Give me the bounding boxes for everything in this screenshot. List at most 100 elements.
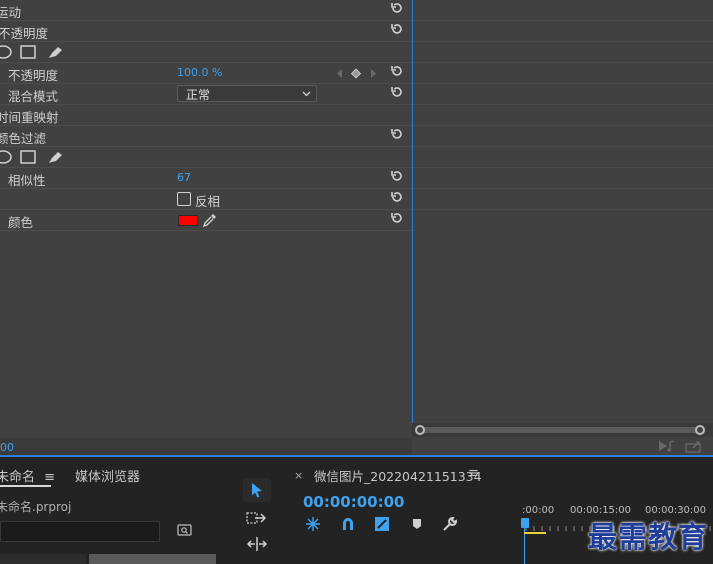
playhead-timecode[interactable]: 00:00:00:00 xyxy=(303,493,405,511)
color-swatch[interactable] xyxy=(178,215,198,226)
project-panel: 未命名 ≡ 媒体浏览器 未命名.prproj xyxy=(0,460,229,564)
opacity-label: 不透明度 xyxy=(8,68,59,83)
effect-controls-timecode[interactable]: 00 xyxy=(0,441,14,454)
reset-icon[interactable] xyxy=(390,211,404,225)
timeline-zoom-scrollbar[interactable] xyxy=(412,423,713,437)
play-audio-icon[interactable] xyxy=(658,440,676,453)
tab-sequence[interactable]: 微信图片_20220421151334 xyxy=(314,466,482,485)
reset-icon[interactable] xyxy=(390,190,404,204)
timeline-row-divider xyxy=(413,20,713,21)
linked-selection-icon[interactable] xyxy=(374,516,390,532)
invert-checkbox[interactable] xyxy=(177,192,191,206)
selection-tool[interactable] xyxy=(243,478,271,502)
opacity-section-row[interactable]: 不透明度 xyxy=(0,21,412,42)
mask-tools-row xyxy=(0,42,412,63)
reset-icon[interactable] xyxy=(390,64,404,78)
timeline-row-divider xyxy=(413,209,713,210)
rectangle-mask-icon[interactable] xyxy=(20,45,36,59)
ellipse-mask-icon[interactable] xyxy=(0,45,12,59)
reset-icon[interactable] xyxy=(390,22,404,36)
similarity-label: 相似性 xyxy=(8,173,46,188)
similarity-row[interactable]: 相似性 67 xyxy=(0,168,412,189)
timeline-row-divider xyxy=(413,146,713,147)
panel-menu-icon[interactable]: ≡ xyxy=(468,466,479,481)
close-sequence-icon[interactable]: × xyxy=(294,469,303,482)
playhead-handle[interactable] xyxy=(521,518,529,528)
keyframe-navigator xyxy=(337,68,376,79)
rectangle-mask-icon[interactable] xyxy=(20,150,36,164)
project-list-header xyxy=(0,554,86,564)
add-keyframe-icon[interactable] xyxy=(350,68,362,79)
ellipse-mask-icon[interactable] xyxy=(0,150,12,164)
invert-row: 反相 xyxy=(0,189,412,210)
nest-sequence-icon[interactable] xyxy=(305,516,321,532)
scrollbar-right-handle[interactable] xyxy=(695,425,705,435)
watermark-logo: 最需教育 xyxy=(588,520,709,554)
tab-media-browser[interactable]: 媒体浏览器 xyxy=(75,466,140,485)
pen-tool-icon[interactable] xyxy=(47,152,62,164)
export-icon[interactable] xyxy=(685,440,703,453)
opacity-row[interactable]: 不透明度 100.0 % xyxy=(0,63,412,84)
opacity-value[interactable]: 100.0 % xyxy=(177,66,222,79)
motion-label: 运动 xyxy=(0,5,22,20)
timeline-row-divider xyxy=(413,167,713,168)
tools-panel xyxy=(234,460,282,564)
prev-keyframe-icon[interactable] xyxy=(337,69,342,78)
mask-tools xyxy=(0,150,62,164)
timeline-row-divider xyxy=(413,83,713,84)
blend-mode-select[interactable]: 正常 xyxy=(177,85,317,102)
tab-project[interactable]: 未命名 ≡ xyxy=(0,466,55,485)
timeline-row-divider xyxy=(413,62,713,63)
color-key-row[interactable]: 颜色过滤 xyxy=(0,126,412,147)
panel-focus-divider xyxy=(0,455,713,457)
time-remap-label: 时间重映射 xyxy=(0,110,59,125)
ripple-edit-icon xyxy=(246,537,268,551)
color-row: 颜色 xyxy=(0,210,412,231)
work-area-bar[interactable] xyxy=(524,532,546,534)
time-remap-row[interactable]: 时间重映射 xyxy=(0,105,412,126)
ruler-label: :00:00 xyxy=(522,505,555,516)
snap-magnet-icon[interactable] xyxy=(340,516,356,532)
next-keyframe-icon[interactable] xyxy=(371,69,376,78)
effect-controls-footer xyxy=(0,438,412,455)
timeline-row-divider xyxy=(413,125,713,126)
project-filename: 未命名.prproj xyxy=(0,500,72,514)
chevron-down-icon xyxy=(302,91,311,97)
pen-tool-icon[interactable] xyxy=(47,47,62,59)
project-list-column-header[interactable] xyxy=(89,554,216,564)
invert-label: 反相 xyxy=(195,194,221,209)
active-tab-underline xyxy=(0,485,51,487)
timeline-row-divider xyxy=(413,104,713,105)
blend-mode-value: 正常 xyxy=(186,88,211,102)
opacity-section-label: 不透明度 xyxy=(0,26,49,41)
motion-row[interactable]: 运动 xyxy=(0,0,412,21)
ripple-edit-tool[interactable] xyxy=(243,532,271,556)
mask-tools-row xyxy=(0,147,412,168)
reset-icon[interactable] xyxy=(390,85,404,99)
timeline-row-divider xyxy=(413,41,713,42)
blend-mode-label: 混合模式 xyxy=(8,89,59,104)
effect-controls-bottombar xyxy=(412,437,713,455)
panel-menu-icon[interactable]: ≡ xyxy=(44,470,55,485)
search-bin-icon[interactable] xyxy=(177,524,192,536)
search-input[interactable] xyxy=(0,521,160,542)
wrench-settings-icon[interactable] xyxy=(442,516,458,532)
effect-timeline-area[interactable] xyxy=(412,0,713,438)
similarity-value[interactable]: 67 xyxy=(177,171,191,184)
reset-icon[interactable] xyxy=(390,169,404,183)
eyedropper-icon[interactable] xyxy=(203,213,217,228)
reset-icon[interactable] xyxy=(390,1,404,15)
effect-controls-panel: 运动 不透明度 不透明度 100.0 % 混合模式 正常 时间重映射 颜色过滤 … xyxy=(0,0,412,438)
reset-icon[interactable] xyxy=(390,127,404,141)
color-label: 颜色 xyxy=(8,215,34,230)
track-select-tool[interactable] xyxy=(243,506,271,530)
selection-arrow-icon xyxy=(252,483,262,498)
mask-tools xyxy=(0,45,62,59)
scrollbar-left-handle[interactable] xyxy=(415,425,425,435)
color-key-label: 颜色过滤 xyxy=(0,131,47,146)
scrollbar-track[interactable] xyxy=(420,427,700,433)
track-select-forward-icon xyxy=(246,512,267,524)
blend-mode-row: 混合模式 正常 xyxy=(0,84,412,105)
tab-project-label: 未命名 xyxy=(0,470,36,485)
add-marker-icon[interactable] xyxy=(409,516,425,532)
